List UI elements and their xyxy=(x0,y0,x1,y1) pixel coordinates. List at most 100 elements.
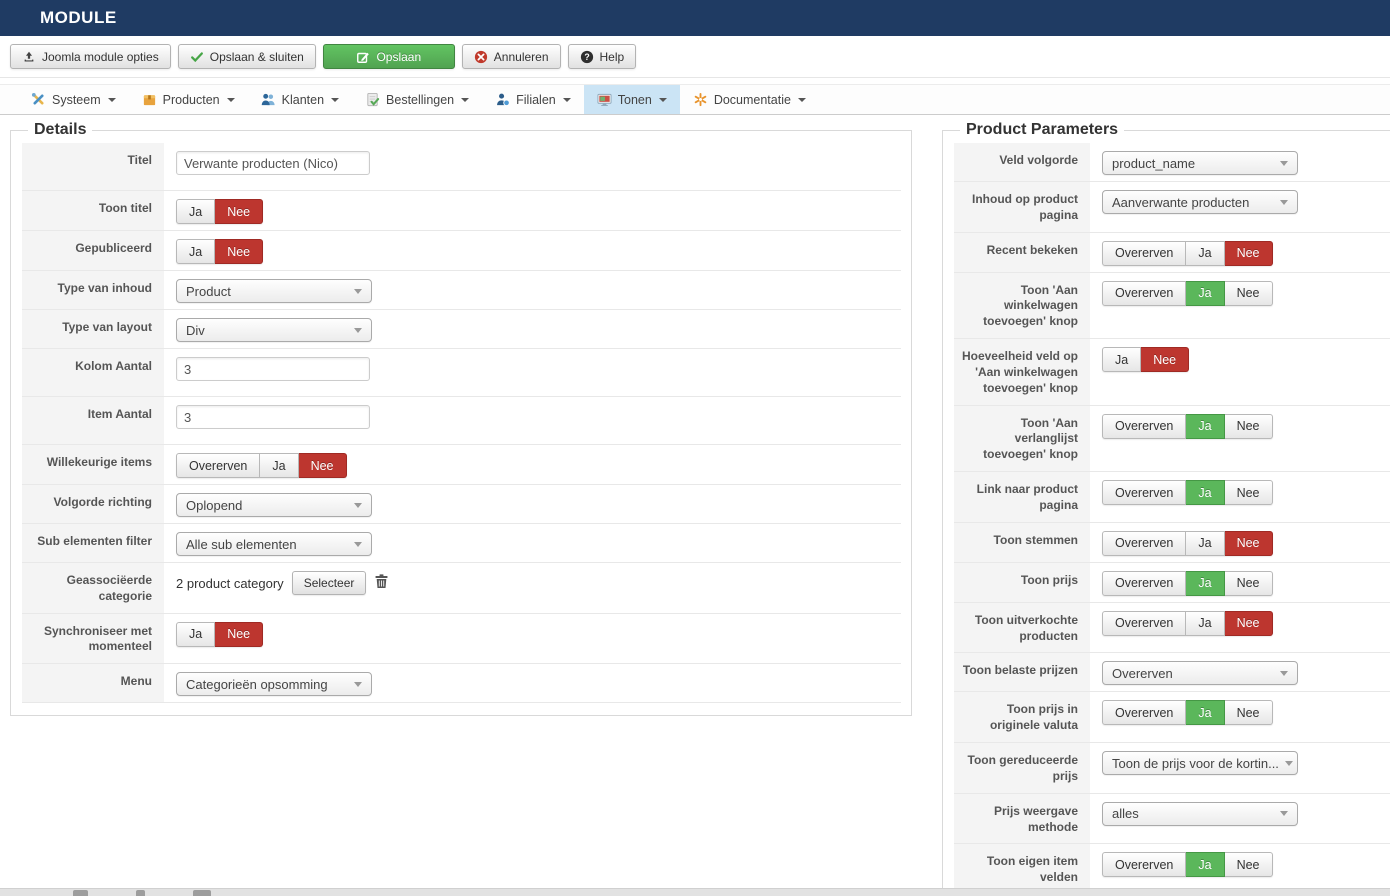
prijs-weergave-methode-select[interactable]: alles xyxy=(1102,801,1298,826)
page-title: MODULE xyxy=(40,8,117,27)
titel-input[interactable] xyxy=(176,151,370,175)
toon-stemmen-option-overerven[interactable]: Overerven xyxy=(1102,530,1187,556)
toon-aan-winkelwagen-toevoegen-knop-option-overerven[interactable]: Overerven xyxy=(1102,280,1187,306)
form-row-willekeurige-items: Willekeurige items Overerven Ja Nee xyxy=(22,445,901,485)
button-label: Opslaan xyxy=(376,49,422,64)
synchroniseer-met-momenteel-option-nee[interactable]: Nee xyxy=(215,621,264,647)
link-naar-product-pagina-option-ja[interactable]: Ja xyxy=(1186,480,1225,506)
toon-stemmen-option-nee[interactable]: Nee xyxy=(1224,530,1273,556)
toon-prijs-in-originele-valuta-option-ja[interactable]: Ja xyxy=(1186,700,1225,726)
menu-item-bestellingen[interactable]: Bestellingen xyxy=(352,85,482,114)
toon-uitverkochte-producten-option-overerven[interactable]: Overerven xyxy=(1102,610,1187,636)
willekeurige-items-option-overerven[interactable]: Overerven xyxy=(176,453,261,478)
form-row-toon-belaste-prijzen: Toon belaste prijzen Overerven xyxy=(954,653,1390,693)
chevron-down-icon xyxy=(461,97,470,102)
toon-prijs-option-ja[interactable]: Ja xyxy=(1186,570,1225,596)
menu-item-producten[interactable]: Producten xyxy=(129,85,248,114)
toon-uitverkochte-producten-option-nee[interactable]: Nee xyxy=(1224,610,1273,636)
toon-prijs-in-originele-valuta-option-overerven[interactable]: Overerven xyxy=(1102,700,1187,726)
form-row-hoeveelheid-veld-op-aan-winkelwagen-toevoegen-knop: Hoeveelheid veld op 'Aan winkelwagen toe… xyxy=(954,339,1390,406)
sub-elementen-filter-select[interactable]: Alle sub elementen xyxy=(176,532,372,556)
recent-bekeken-option-ja[interactable]: Ja xyxy=(1186,240,1225,266)
footer-button-stub xyxy=(73,890,88,896)
toon-prijs-option-overerven[interactable]: Overerven xyxy=(1102,570,1187,596)
field-label: Toon uitverkochte producten xyxy=(954,602,1090,653)
type-van-inhoud-select[interactable]: Product xyxy=(176,279,372,303)
toon-eigen-item-velden-option-ja[interactable]: Ja xyxy=(1186,852,1225,878)
link-naar-product-pagina-option-nee[interactable]: Nee xyxy=(1224,480,1273,506)
form-row-recent-bekeken: Recent bekeken Overerven Ja Nee xyxy=(954,232,1390,273)
field-value xyxy=(164,349,901,396)
field-value: Overerven xyxy=(1090,653,1390,692)
joomla-module-opties-button[interactable]: Joomla module opties xyxy=(10,44,171,69)
toon-aan-verlanglijst-toevoegen-knop-option-nee[interactable]: Nee xyxy=(1224,413,1273,439)
field-value: Ja Nee xyxy=(164,613,901,664)
recent-bekeken-option-nee[interactable]: Nee xyxy=(1224,240,1273,266)
toon-uitverkochte-producten-option-ja[interactable]: Ja xyxy=(1186,610,1225,636)
link-naar-product-pagina-option-overerven[interactable]: Overerven xyxy=(1102,480,1187,506)
menu-item-filialen[interactable]: Filialen xyxy=(482,85,584,114)
inhoud-op-product-pagina-select[interactable]: Aanverwante producten xyxy=(1102,190,1298,214)
menu-item-label: Systeem xyxy=(52,92,101,107)
docs-icon xyxy=(693,92,708,107)
menu-item-klanten[interactable]: Klanten xyxy=(248,85,352,114)
tools-icon xyxy=(31,92,46,107)
willekeurige-items-option-nee[interactable]: Nee xyxy=(298,453,347,478)
form-row-prijs-weergave-methode: Prijs weergave methode alles xyxy=(954,793,1390,845)
field-value: Alle sub elementen xyxy=(164,524,901,562)
toon-aan-verlanglijst-toevoegen-knop-option-ja[interactable]: Ja xyxy=(1186,413,1225,439)
kolom-aantal-input[interactable] xyxy=(176,357,370,381)
item-aantal-input[interactable] xyxy=(176,405,370,429)
chevron-down-icon xyxy=(797,97,806,102)
hoeveelheid-veld-op-aan-winkelwagen-toevoegen-knop-option-nee[interactable]: Nee xyxy=(1141,347,1190,373)
trash-icon[interactable] xyxy=(374,573,389,594)
form-row-toon-prijs: Toon prijs Overerven Ja Nee xyxy=(954,562,1390,603)
menu-item-systeem[interactable]: Systeem xyxy=(18,85,129,114)
opslaan-button[interactable]: Opslaan xyxy=(322,44,455,69)
field-label: Willekeurige items xyxy=(22,445,164,484)
form-row-toon-stemmen: Toon stemmen Overerven Ja Nee xyxy=(954,522,1390,563)
recent-bekeken-option-overerven[interactable]: Overerven xyxy=(1102,240,1187,266)
chevron-down-icon xyxy=(1284,760,1293,766)
synchroniseer-met-momenteel-option-ja[interactable]: Ja xyxy=(176,621,216,647)
geassoci-erde-categorie-select-button[interactable]: Selecteer xyxy=(291,571,367,595)
menu-item-documentatie[interactable]: Documentatie xyxy=(680,85,819,114)
field-label: Veld volgorde xyxy=(954,143,1090,181)
veld-volgorde-select[interactable]: product_name xyxy=(1102,151,1298,175)
toon-belaste-prijzen-select[interactable]: Overerven xyxy=(1102,661,1298,686)
type-van-layout-select[interactable]: Div xyxy=(176,318,372,342)
toon-prijs-in-originele-valuta-option-nee[interactable]: Nee xyxy=(1224,700,1273,726)
select-value: alles xyxy=(1112,806,1139,822)
field-value: OverervenJaNee xyxy=(1090,272,1390,339)
annuleren-button[interactable]: Annuleren xyxy=(461,44,561,69)
menu-select[interactable]: Categorieën opsomming xyxy=(176,672,372,697)
upload-icon xyxy=(22,50,36,64)
field-value: Aanverwante producten xyxy=(1090,182,1390,232)
toon-aan-verlanglijst-toevoegen-knop-option-overerven[interactable]: Overerven xyxy=(1102,413,1187,439)
toon-prijs-option-nee[interactable]: Nee xyxy=(1224,570,1273,596)
toon-titel-option-nee[interactable]: Nee xyxy=(215,199,264,224)
toon-gereduceerde-prijs-select[interactable]: Toon de prijs voor de kortin... xyxy=(1102,751,1298,776)
toon-eigen-item-velden-option-nee[interactable]: Nee xyxy=(1224,852,1273,878)
chevron-down-icon xyxy=(354,502,362,508)
menu-item-tonen[interactable]: Tonen xyxy=(583,85,680,114)
gepubliceerd-option-ja[interactable]: Ja xyxy=(176,239,216,264)
opslaan-sluiten-button[interactable]: Opslaan & sluiten xyxy=(177,44,316,69)
toon-stemmen-option-ja[interactable]: Ja xyxy=(1186,530,1225,556)
volgorde-richting-select[interactable]: Oplopend xyxy=(176,493,372,517)
users-icon xyxy=(261,92,276,107)
form-row-veld-volgorde: Veld volgorde product_name xyxy=(954,143,1390,182)
field-value: OverervenJaNee xyxy=(164,445,901,484)
toon-titel-option-ja[interactable]: Ja xyxy=(176,199,216,224)
select-value: Overerven xyxy=(1112,665,1173,681)
help-button[interactable]: ? Help xyxy=(567,44,637,69)
toon-eigen-item-velden-option-overerven[interactable]: Overerven xyxy=(1102,852,1187,878)
toon-aan-winkelwagen-toevoegen-knop-option-ja[interactable]: Ja xyxy=(1186,280,1225,306)
toon-aan-winkelwagen-toevoegen-knop-option-nee[interactable]: Nee xyxy=(1224,280,1273,306)
footer-button-stub xyxy=(193,890,211,896)
product-parameters-legend: Product Parameters xyxy=(966,121,1119,138)
hoeveelheid-veld-op-aan-winkelwagen-toevoegen-knop-option-ja[interactable]: Ja xyxy=(1102,347,1142,373)
field-value xyxy=(164,397,901,444)
willekeurige-items-option-ja[interactable]: Ja xyxy=(260,453,299,478)
gepubliceerd-option-nee[interactable]: Nee xyxy=(215,239,264,264)
